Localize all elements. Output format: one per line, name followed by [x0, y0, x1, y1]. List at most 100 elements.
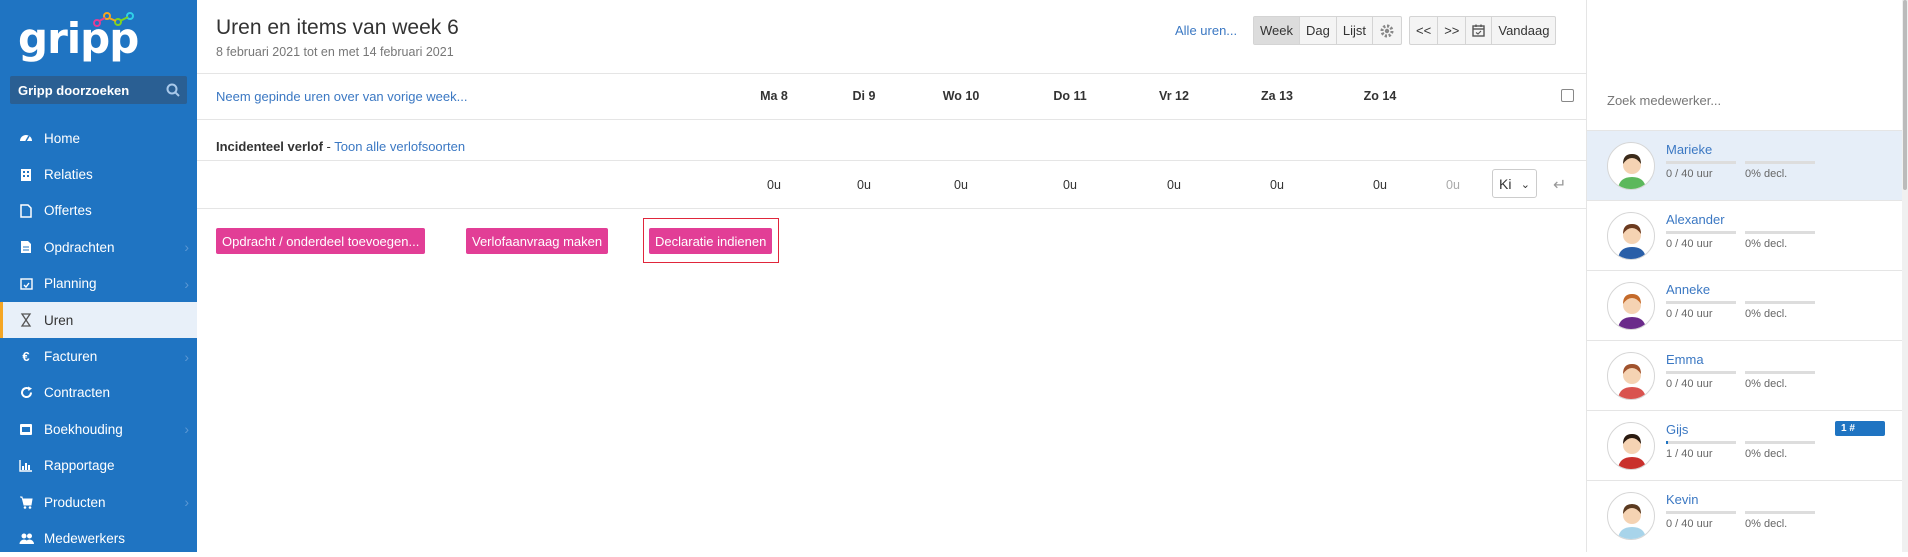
day-label: Za 13: [1261, 89, 1293, 103]
add-task-button[interactable]: Opdracht / onderdeel toevoegen...: [216, 228, 426, 254]
hours-cell[interactable]: 0u: [739, 178, 809, 192]
select-all-checkbox[interactable]: [1561, 89, 1574, 102]
hours-cell[interactable]: 0u: [1242, 178, 1312, 192]
sidebar-item-label: Boekhouding: [44, 421, 123, 437]
global-search-label: Gripp doorzoeken: [18, 82, 130, 98]
employee-declaration: 0% decl.: [1745, 238, 1788, 250]
sidebar-item-contracten[interactable]: Contracten: [0, 375, 197, 411]
leave-request-button[interactable]: Verlofaanvraag maken: [466, 228, 609, 254]
sidebar-item-medewerkers[interactable]: Medewerkers: [0, 520, 197, 556]
week-header-row: Neem gepinde uren over van vorige week..…: [197, 74, 1586, 120]
employee-row[interactable]: Anneke 0 / 40 uur 0% decl.: [1587, 270, 1907, 340]
sidebar-item-boekhouding[interactable]: Boekhouding ›: [0, 411, 197, 447]
sidebar-item-label: Offertes: [44, 203, 92, 219]
employee-hours: 1 / 40 uur: [1666, 448, 1713, 460]
settings-button[interactable]: [1373, 17, 1401, 44]
enter-icon[interactable]: ↵: [1553, 175, 1566, 195]
employee-list: Marieke 0 / 40 uur 0% decl. Alexander 0 / 40…: [1587, 130, 1907, 550]
view-dag-button[interactable]: Dag: [1300, 17, 1337, 44]
cart-icon: [18, 494, 34, 510]
bar-chart-icon: [18, 458, 34, 474]
view-lijst-button[interactable]: Lijst: [1337, 17, 1373, 44]
show-leave-types-link[interactable]: Toon alle verlofsoorten: [334, 139, 465, 154]
calendar-check-icon: [18, 276, 34, 292]
building-icon: [18, 167, 34, 183]
employee-hours: 0 / 40 uur: [1666, 378, 1713, 390]
leave-type-select[interactable]: Ki ⌄: [1492, 169, 1537, 198]
sidebar-item-producten[interactable]: Producten ›: [0, 484, 197, 520]
view-week-button[interactable]: Week: [1254, 17, 1300, 44]
employee-search-input[interactable]: Zoek medewerker...: [1607, 93, 1721, 108]
day-label: Zo 14: [1363, 89, 1397, 103]
sidebar-item-rapportage[interactable]: Rapportage: [0, 448, 197, 484]
document-icon: [18, 203, 34, 219]
sidebar-item-label: Contracten: [44, 385, 111, 401]
hours-total: 0u: [1446, 178, 1460, 192]
sidebar-item-opdrachten[interactable]: Opdrachten ›: [0, 229, 197, 265]
alle-uren-link[interactable]: Alle uren...: [1175, 23, 1237, 38]
calendar-button[interactable]: [1466, 17, 1493, 44]
employee-row[interactable]: Kevin 0 / 40 uur 0% decl.: [1587, 480, 1907, 550]
sidebar-item-planning[interactable]: Planning ›: [0, 266, 197, 302]
employee-row[interactable]: Gijs 1 / 40 uur 0% decl. 1 #: [1587, 410, 1907, 480]
day-label: Vr 12: [1159, 89, 1189, 103]
next-week-button[interactable]: >>: [1438, 17, 1467, 44]
employee-name[interactable]: Emma: [1666, 352, 1704, 367]
gripp-logo[interactable]: gripp: [18, 8, 139, 64]
chevron-right-icon: ›: [184, 494, 189, 511]
chevron-right-icon: ›: [184, 239, 189, 256]
hours-cell[interactable]: 0u: [829, 178, 899, 192]
chevron-right-icon: ›: [184, 348, 189, 365]
users-icon: [18, 530, 34, 546]
scrollbar[interactable]: [1902, 0, 1908, 552]
employee-row[interactable]: Alexander 0 / 40 uur 0% decl.: [1587, 200, 1907, 270]
sidebar-item-label: Home: [44, 130, 81, 146]
sidebar-item-relaties[interactable]: Relaties: [0, 156, 197, 192]
avatar: [1607, 352, 1655, 400]
copy-pinned-hours-link[interactable]: Neem gepinde uren over van vorige week..…: [216, 89, 467, 104]
employee-name[interactable]: Gijs: [1666, 422, 1688, 437]
sidebar-item-label: Facturen: [44, 349, 98, 365]
employee-name[interactable]: Anneke: [1666, 282, 1710, 297]
leave-type-value: Ki: [1499, 175, 1512, 192]
day-label: Wo 10: [942, 89, 980, 103]
week-navigation: << >> Vandaag: [1409, 16, 1557, 45]
today-button[interactable]: Vandaag: [1492, 17, 1555, 44]
global-search[interactable]: Gripp doorzoeken: [10, 76, 187, 104]
hours-cell[interactable]: 0u: [1035, 178, 1105, 192]
employee-name[interactable]: Kevin: [1666, 492, 1699, 507]
employee-declaration: 0% decl.: [1745, 448, 1788, 460]
hours-progress-bar: [1666, 371, 1736, 374]
sidebar-item-uren[interactable]: Uren: [0, 301, 197, 339]
avatar: [1607, 282, 1655, 330]
avatar: [1607, 142, 1655, 190]
employee-hours: 0 / 40 uur: [1666, 168, 1713, 180]
status-badge: 1 #: [1835, 421, 1885, 436]
hours-cell[interactable]: 0u: [926, 178, 996, 192]
sidebar-item-offertes[interactable]: Offertes: [0, 193, 197, 229]
declaration-progress-bar: [1745, 301, 1815, 304]
search-icon[interactable]: [159, 76, 187, 104]
employee-declaration: 0% decl.: [1745, 308, 1788, 320]
euro-icon: €: [22, 349, 30, 365]
hours-progress-bar: [1666, 161, 1736, 164]
employee-name[interactable]: Marieke: [1666, 142, 1712, 157]
hours-cell[interactable]: 0u: [1139, 178, 1209, 192]
employee-row[interactable]: Marieke 0 / 40 uur 0% decl.: [1587, 130, 1907, 200]
dashboard-icon: [18, 130, 34, 146]
scrollbar-thumb[interactable]: [1903, 0, 1907, 190]
right-panel-top: [1586, 0, 1908, 74]
hours-cell[interactable]: 0u: [1345, 178, 1415, 192]
sidebar-item-home[interactable]: Home: [0, 120, 197, 156]
avatar: [1607, 212, 1655, 260]
sidebar-item-facturen[interactable]: € Facturen ›: [0, 338, 197, 374]
declaration-progress-bar: [1745, 371, 1815, 374]
hourglass-icon: [18, 312, 34, 328]
sidebar-item-label: Rapportage: [44, 458, 115, 474]
employee-name[interactable]: Alexander: [1666, 212, 1725, 227]
prev-week-button[interactable]: <<: [1410, 17, 1439, 44]
sidebar-item-label: Uren: [44, 312, 74, 328]
verlof-title: Incidenteel verlof - Toon alle verlofsoo…: [216, 139, 465, 154]
employee-row[interactable]: Emma 0 / 40 uur 0% decl.: [1587, 340, 1907, 410]
employee-declaration: 0% decl.: [1745, 168, 1788, 180]
